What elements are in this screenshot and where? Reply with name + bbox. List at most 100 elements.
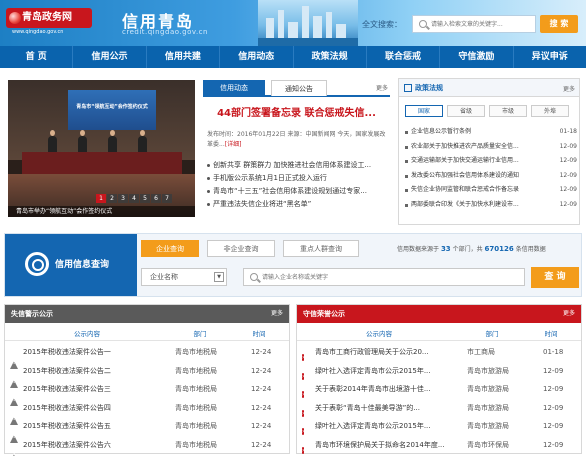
site-search-input[interactable]	[431, 17, 535, 31]
globe-icon	[9, 12, 21, 24]
table-row[interactable]: 2015年税收违法案件公告四 青岛市地税局 12-24	[5, 399, 289, 425]
tab-credit-news[interactable]: 信用动态	[203, 80, 265, 96]
query-button[interactable]: 查 询	[531, 267, 579, 288]
document-icon	[404, 84, 412, 92]
slideshow-pager: 1 2 3 4 5 6 7	[96, 194, 173, 203]
query-type-value: 企业名称	[150, 273, 178, 281]
table-row[interactable]: › 关于表彰“青岛十佳最美导游”的... 青岛市旅游局 12-09	[297, 399, 581, 418]
site-search-button[interactable]: 搜 索	[540, 15, 578, 33]
nav-credit-news[interactable]: 信用动态	[220, 46, 294, 68]
site-search-box[interactable]	[412, 15, 536, 33]
row-dept: 青岛市地税局	[175, 385, 217, 393]
nav-objection[interactable]: 异议申诉	[514, 46, 586, 68]
policy-item[interactable]: 两部委联合印发《关于加快水利建设市... 12-09	[405, 197, 577, 212]
table-row[interactable]: › 绿叶社入选评定青岛市公示2015年... 青岛市旅游局 12-09	[297, 362, 581, 381]
news-more-link[interactable]: 更多	[376, 83, 388, 92]
policy-item[interactable]: 交通运输部关于加快交通运输行业信用... 12-09	[405, 154, 577, 169]
city-banner-image	[258, 0, 358, 46]
row-date: 01-18	[543, 348, 564, 356]
table-row[interactable]: 2015年税收违法案件公告一 青岛市地税局 12-24	[5, 343, 289, 369]
warning-icon	[10, 445, 18, 456]
row-dept: 市工商局	[467, 348, 495, 356]
arrow-right-icon: ›	[302, 391, 305, 398]
photo-slideshow[interactable]: 青岛市“领航互动”会作签约仪式 1 2 3 4 5 6 7 青岛市举办“领航互动…	[8, 80, 195, 217]
policy-item-text: 交通运输部关于加快交通运输行业信用...	[411, 157, 519, 164]
honesty-more-link[interactable]: 更多	[563, 305, 575, 323]
table-row[interactable]: 2015年税收违法案件公告三 青岛市地税局 12-24	[5, 380, 289, 406]
dishonesty-more-link[interactable]: 更多	[271, 305, 283, 323]
table-row[interactable]: › 关于表彰2014年青岛市出境游十佳... 青岛市旅游局 12-09	[297, 380, 581, 399]
news-detail-link[interactable]: [详细]	[225, 141, 242, 148]
news-item[interactable]: 创新共享 群策群力 加快推进社会信用体系建设工...	[207, 159, 389, 172]
news-headline[interactable]: 44部门签署备忘录 联合惩戒失信...	[203, 104, 390, 119]
tab-other-cities[interactable]: 外埠	[531, 105, 569, 117]
row-date: 12-09	[543, 366, 564, 375]
nav-home[interactable]: 首 页	[0, 46, 74, 68]
row-content: 2015年税收违法案件公告六	[23, 440, 111, 449]
stage-table	[22, 152, 182, 174]
policy-item[interactable]: 失信企业协同监管和联合惩戒合作备忘录 12-09	[405, 183, 577, 198]
query-input[interactable]	[262, 270, 522, 284]
nav-credit-publicity[interactable]: 信用公示	[73, 46, 147, 68]
query-type-select[interactable]: 企业名称 ▼	[141, 268, 227, 286]
policy-item[interactable]: 发改委公布加强社会信用体系建设的通知 12-09	[405, 168, 577, 183]
row-date: 12-24	[251, 422, 272, 430]
tab-municipal[interactable]: 市级	[489, 105, 527, 117]
honesty-title: 守信荣誉公示	[303, 310, 345, 318]
magnifier-icon	[25, 252, 49, 276]
slide-caption[interactable]: 青岛市举办“领航互动”会作签约仪式	[8, 206, 195, 217]
news-item[interactable]: 严重违法失信企业将进“黑名单”	[207, 198, 389, 211]
table-row[interactable]: 2015年税收违法案件公告二 青岛市地税局 12-24	[5, 362, 289, 388]
table-row[interactable]: › 绿叶社入选评定青岛市公示2015年... 青岛市旅游局 12-09	[297, 417, 581, 436]
table-row[interactable]: 2015年税收违法案件公告五 青岛市地税局 12-24	[5, 417, 289, 443]
slide-page-6[interactable]: 6	[151, 194, 161, 203]
row-dept: 青岛市地税局	[175, 403, 217, 412]
slide-page-4[interactable]: 4	[129, 194, 139, 203]
nav-credit-building[interactable]: 信用共建	[147, 46, 221, 68]
slide-page-3[interactable]: 3	[118, 194, 128, 203]
row-dept: 青岛市旅游局	[467, 403, 509, 412]
news-summary: 发布时间：2016年01月22日 来源：中国新闻网 今天，国家发展改革委...[…	[207, 130, 387, 150]
news-item[interactable]: 青岛市“十三五”社会信用体系建设规划通过专家...	[207, 185, 389, 198]
policy-item-text: 农业部关于加快推进农产品质量安全信...	[411, 142, 519, 150]
site-logo[interactable]: 青岛政务网	[6, 8, 92, 28]
tab-enterprise-query[interactable]: 企业查询	[141, 240, 199, 257]
row-dept: 青岛市地税局	[175, 348, 217, 356]
search-icon	[419, 20, 427, 28]
nav-policy[interactable]: 政策法规	[294, 46, 367, 68]
slide-page-1[interactable]: 1	[96, 194, 106, 203]
slide-page-5[interactable]: 5	[140, 194, 150, 203]
nav-joint-punishment[interactable]: 联合惩戒	[367, 46, 441, 68]
tab-key-group-query[interactable]: 重点人群查询	[283, 240, 359, 257]
table-row[interactable]: › 青岛市工商行政管理局关于公示20... 市工商局 01-18	[297, 343, 581, 362]
table-row[interactable]: 2015年税收违法案件公告六 青岛市地税局 12-24	[5, 436, 289, 456]
policy-more-link[interactable]: 更多	[563, 84, 575, 93]
tab-notices[interactable]: 通知公告	[271, 80, 327, 96]
credit-query-banner: 信用信息查询	[5, 234, 137, 296]
stat-suffix: 条信用数据	[515, 246, 546, 253]
tab-provincial[interactable]: 省级	[447, 105, 485, 117]
policy-panel: 政策法规 更多 国家 省级 市级 外埠 企业信息公示暂行条例 01-18 农业部关…	[398, 78, 580, 225]
row-dept: 青岛市地税局	[175, 422, 217, 430]
nav-incentives[interactable]: 守信激励	[440, 46, 514, 68]
policy-item-text: 企业信息公示暂行条例	[411, 128, 472, 135]
dishonesty-panel: 失信警示公示 更多 公示内容 部门 时间 2015年税收违法案件公告一青岛市地税…	[4, 304, 290, 456]
row-dept: 青岛市地税局	[175, 440, 217, 449]
slide-page-2[interactable]: 2	[107, 194, 117, 203]
policy-header: 政策法规 更多	[399, 79, 579, 97]
policy-item[interactable]: 农业部关于加快推进农产品质量安全信... 12-09	[405, 139, 577, 154]
tab-national[interactable]: 国家	[405, 105, 443, 117]
brand-url: credit.qingdao.gov.cn	[122, 28, 208, 36]
row-content: 青岛市环境保护局关于拟命名2014年度...	[315, 440, 445, 449]
policy-item[interactable]: 企业信息公示暂行条例 01-18	[405, 125, 577, 140]
query-input-box[interactable]	[243, 268, 525, 286]
tab-non-enterprise-query[interactable]: 非企业查询	[207, 240, 275, 257]
table-row[interactable]: › 青岛市环境保护局关于拟命名2014年度... 青岛市环保局 12-09	[297, 436, 581, 455]
row-date: 12-09	[543, 403, 564, 412]
slide-page-7[interactable]: 7	[162, 194, 172, 203]
row-dept: 青岛市旅游局	[467, 385, 509, 393]
row-dept: 青岛市旅游局	[467, 422, 509, 430]
site-header: 青岛政务网 www.qingdao.gov.cn 信用青岛 credit.qin…	[0, 0, 586, 46]
news-item[interactable]: 手机版公示系统1月1日正式投入运行	[207, 172, 389, 185]
policy-title: 政策法规	[415, 84, 443, 92]
